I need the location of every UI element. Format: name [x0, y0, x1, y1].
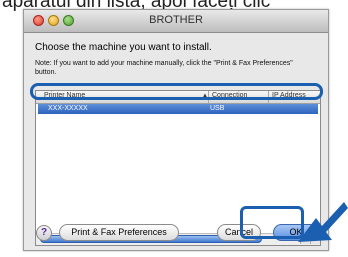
pointer-arrow-icon — [298, 202, 348, 242]
instruction-heading: Choose the machine you want to install. — [35, 42, 212, 53]
table-row[interactable]: XXX-XXXXX USB — [38, 104, 318, 114]
ok-highlight-callout — [240, 206, 304, 239]
row-highlight-callout — [30, 83, 323, 100]
print-fax-preferences-button[interactable]: Print & Fax Preferences — [59, 224, 179, 241]
title-bar: BROTHER — [24, 10, 328, 33]
row-printer-name: XXX-XXXXX — [48, 105, 88, 112]
window-title: BROTHER — [149, 14, 203, 26]
instruction-note: Note: If you want to add your machine ma… — [35, 60, 293, 76]
help-icon[interactable]: ? — [36, 225, 52, 241]
row-connection: USB — [210, 105, 225, 112]
